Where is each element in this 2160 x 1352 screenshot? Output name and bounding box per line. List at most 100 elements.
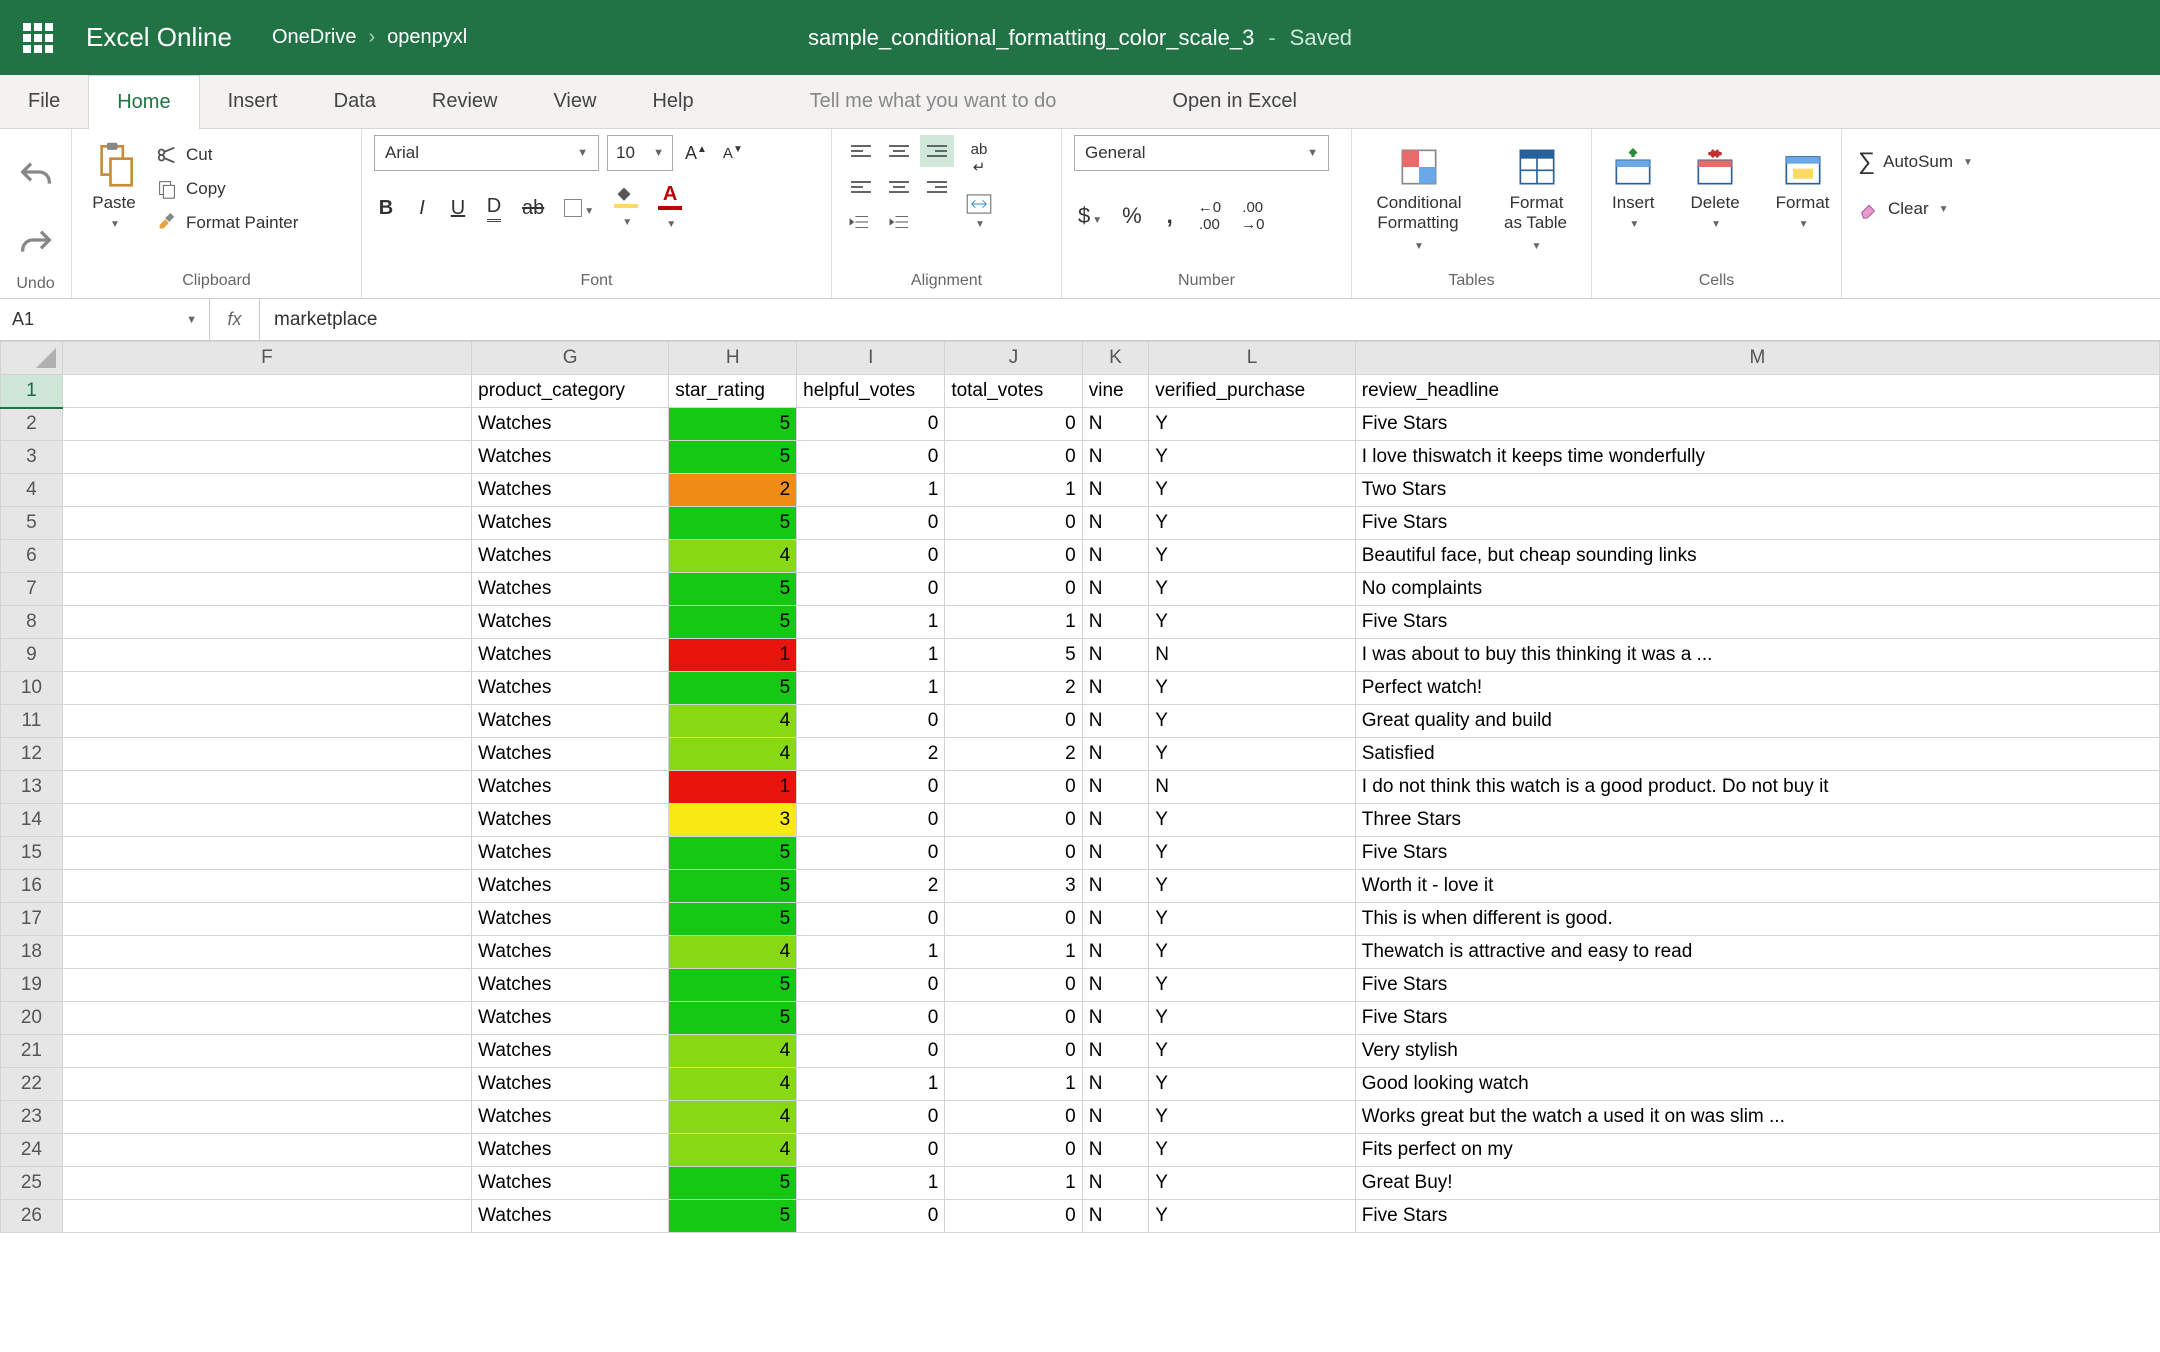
cell[interactable]: 4 xyxy=(669,540,797,573)
cell[interactable]: 0 xyxy=(945,1101,1082,1134)
cell[interactable]: Y xyxy=(1149,474,1356,507)
cell[interactable]: 0 xyxy=(797,804,945,837)
cell[interactable]: 5 xyxy=(669,969,797,1002)
cell[interactable] xyxy=(62,1167,471,1200)
cell[interactable]: 5 xyxy=(669,441,797,474)
cell[interactable] xyxy=(62,705,471,738)
decrease-decimal-button[interactable]: .00→0 xyxy=(1237,197,1268,235)
cell[interactable]: Watches xyxy=(472,870,669,903)
cell[interactable] xyxy=(62,903,471,936)
row-header-17[interactable]: 17 xyxy=(1,903,63,936)
cell[interactable]: No complaints xyxy=(1355,573,2159,606)
cell[interactable]: I do not think this watch is a good prod… xyxy=(1355,771,2159,804)
cell[interactable]: Y xyxy=(1149,1167,1356,1200)
cell[interactable]: helpful_votes xyxy=(797,375,945,408)
row-header-18[interactable]: 18 xyxy=(1,936,63,969)
cell[interactable] xyxy=(62,1200,471,1233)
breadcrumb-folder[interactable]: openpyxl xyxy=(387,26,467,49)
comma-format-button[interactable]: , xyxy=(1158,201,1182,231)
cell[interactable]: 1 xyxy=(797,606,945,639)
cell[interactable]: 0 xyxy=(797,969,945,1002)
cell[interactable]: 0 xyxy=(945,441,1082,474)
cell[interactable]: verified_purchase xyxy=(1149,375,1356,408)
cell[interactable]: N xyxy=(1082,1068,1149,1101)
cell[interactable]: 0 xyxy=(945,771,1082,804)
cell[interactable]: Very stylish xyxy=(1355,1035,2159,1068)
row-header-20[interactable]: 20 xyxy=(1,1002,63,1035)
format-cells-button[interactable]: Format▼ xyxy=(1768,141,1838,236)
cell[interactable] xyxy=(62,474,471,507)
align-top-button[interactable] xyxy=(844,135,878,167)
cell[interactable]: Y xyxy=(1149,408,1356,441)
cell[interactable] xyxy=(62,837,471,870)
cell[interactable]: 0 xyxy=(945,837,1082,870)
cell[interactable]: 0 xyxy=(797,441,945,474)
cell[interactable]: Y xyxy=(1149,1101,1356,1134)
cell[interactable]: Y xyxy=(1149,441,1356,474)
cell[interactable]: 1 xyxy=(797,1167,945,1200)
cell[interactable] xyxy=(62,441,471,474)
cell[interactable]: N xyxy=(1082,969,1149,1002)
fill-color-button[interactable]: ▼ xyxy=(610,184,642,233)
cell[interactable]: Y xyxy=(1149,1134,1356,1167)
fx-icon[interactable]: fx xyxy=(210,299,260,340)
row-header-13[interactable]: 13 xyxy=(1,771,63,804)
increase-decimal-button[interactable]: ←0.00 xyxy=(1194,197,1225,235)
cell[interactable]: Five Stars xyxy=(1355,837,2159,870)
cell[interactable]: N xyxy=(1082,474,1149,507)
cell[interactable] xyxy=(62,540,471,573)
cell[interactable]: 5 xyxy=(669,672,797,705)
cell[interactable]: Y xyxy=(1149,705,1356,738)
cell[interactable]: 2 xyxy=(797,738,945,771)
cell[interactable]: Watches xyxy=(472,1167,669,1200)
cell[interactable]: Watches xyxy=(472,1200,669,1233)
tab-insert[interactable]: Insert xyxy=(200,75,306,128)
cell[interactable]: N xyxy=(1082,1134,1149,1167)
italic-button[interactable]: I xyxy=(410,195,434,222)
cell[interactable]: 0 xyxy=(797,573,945,606)
cell[interactable]: 2 xyxy=(797,870,945,903)
cell[interactable] xyxy=(62,1068,471,1101)
strikethrough-button[interactable]: ab xyxy=(518,195,548,222)
align-right-button[interactable] xyxy=(920,171,954,203)
cell[interactable]: N xyxy=(1082,1200,1149,1233)
cell[interactable]: I was about to buy this thinking it was … xyxy=(1355,639,2159,672)
cell[interactable]: Watches xyxy=(472,408,669,441)
row-header-1[interactable]: 1 xyxy=(1,375,63,408)
cell[interactable]: Watches xyxy=(472,1035,669,1068)
redo-button[interactable] xyxy=(12,221,60,269)
tell-me-search[interactable]: Tell me what you want to do xyxy=(782,75,1085,128)
cell[interactable]: star_rating xyxy=(669,375,797,408)
tab-file[interactable]: File xyxy=(0,75,88,128)
cell[interactable]: This is when different is good. xyxy=(1355,903,2159,936)
cell[interactable]: Watches xyxy=(472,1101,669,1134)
cell[interactable]: Fits perfect on my xyxy=(1355,1134,2159,1167)
cell[interactable]: N xyxy=(1082,903,1149,936)
borders-button[interactable]: ▼ xyxy=(560,195,598,222)
autosum-button[interactable]: ∑ AutoSum▼ xyxy=(1854,145,1977,179)
percent-format-button[interactable]: % xyxy=(1118,201,1146,231)
cell[interactable]: N xyxy=(1082,936,1149,969)
cell[interactable]: product_category xyxy=(472,375,669,408)
cut-button[interactable]: Cut xyxy=(152,141,302,169)
cell[interactable]: Works great but the watch a used it on w… xyxy=(1355,1101,2159,1134)
cell[interactable]: 4 xyxy=(669,1134,797,1167)
breadcrumb-root[interactable]: OneDrive xyxy=(272,26,356,49)
cell[interactable]: 5 xyxy=(669,408,797,441)
cell[interactable]: 0 xyxy=(797,1101,945,1134)
cell[interactable]: Watches xyxy=(472,606,669,639)
tab-view[interactable]: View xyxy=(525,75,624,128)
cell[interactable]: Watches xyxy=(472,804,669,837)
cell[interactable]: total_votes xyxy=(945,375,1082,408)
cell[interactable]: Perfect watch! xyxy=(1355,672,2159,705)
row-header-3[interactable]: 3 xyxy=(1,441,63,474)
cell[interactable]: Y xyxy=(1149,837,1356,870)
column-header-J[interactable]: J xyxy=(945,342,1082,375)
cell[interactable]: Y xyxy=(1149,903,1356,936)
cell[interactable]: 0 xyxy=(797,1134,945,1167)
font-color-button[interactable]: A ▼ xyxy=(654,181,686,235)
cell[interactable]: N xyxy=(1082,771,1149,804)
cell[interactable]: Great Buy! xyxy=(1355,1167,2159,1200)
cell[interactable]: I love thiswatch it keeps time wonderful… xyxy=(1355,441,2159,474)
row-header-2[interactable]: 2 xyxy=(1,408,63,441)
